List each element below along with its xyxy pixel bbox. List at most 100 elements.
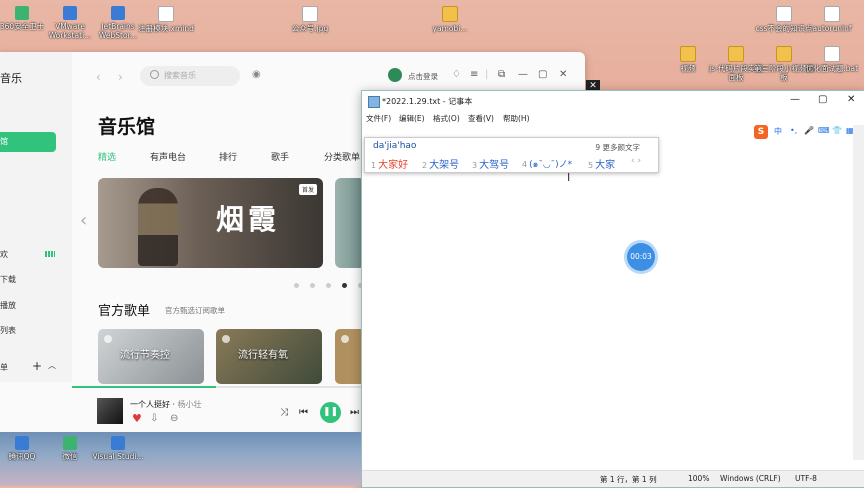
pause-button[interactable]: ❚❚ bbox=[320, 402, 341, 423]
voice-search-icon[interactable]: ◉ bbox=[252, 69, 261, 80]
ime-page-icon[interactable]: ‹ › bbox=[631, 156, 641, 166]
menu-format[interactable]: 格式(O) bbox=[433, 113, 460, 124]
login-link[interactable]: 点击登录 bbox=[408, 71, 438, 82]
qq-icon bbox=[15, 436, 29, 450]
ime-voice-icon[interactable]: 🎤 bbox=[804, 126, 814, 135]
chevron-up-icon[interactable]: ︿ bbox=[48, 360, 56, 371]
headphone-icon bbox=[341, 335, 349, 343]
playlist-card[interactable]: 流行节奏控 bbox=[98, 329, 204, 384]
headphone-icon bbox=[104, 335, 112, 343]
maximize-button[interactable]: ▢ bbox=[538, 69, 547, 80]
ime-candidate[interactable]: 1 大家好 bbox=[371, 156, 408, 171]
tab-categories[interactable]: 分类歌单 bbox=[324, 150, 360, 163]
vertical-scrollbar[interactable] bbox=[853, 125, 864, 460]
now-playing: 一个人挺好 · 杨小壮 bbox=[130, 400, 202, 409]
desktop-icon-bat[interactable]: 优化面试题.bat bbox=[802, 46, 862, 73]
menu-bar: 文件(F) 编辑(E) 格式(O) 查看(V) 帮助(H) bbox=[362, 111, 864, 125]
skin-icon[interactable]: ♢ bbox=[452, 69, 461, 80]
player-bar: 一个人挺好 · 杨小壮 ♥ ⇩ ⊖ ⤨ ⏮ ❚❚ ⏭ bbox=[72, 388, 365, 432]
folder-icon bbox=[442, 6, 458, 22]
carousel-dot[interactable] bbox=[310, 283, 315, 288]
like-icon[interactable]: ♥ bbox=[132, 412, 142, 425]
music-sidebar: 音乐 馆 欢 下载 播放 列表 单 + ︿ bbox=[0, 52, 72, 382]
wechat-icon bbox=[63, 436, 77, 450]
close-button[interactable]: ✕ bbox=[559, 69, 567, 80]
webstorm-icon bbox=[111, 6, 125, 20]
forward-arrow-icon[interactable]: › bbox=[118, 70, 123, 84]
banner-calligraphy-title: 烟霞 bbox=[216, 203, 281, 236]
close-button[interactable]: ✕ bbox=[847, 94, 855, 105]
recording-timer[interactable]: 00:03 bbox=[627, 243, 655, 271]
carousel-dot[interactable] bbox=[294, 283, 299, 288]
previous-track-icon[interactable]: ⏮ bbox=[299, 407, 308, 418]
shield-icon bbox=[15, 6, 29, 20]
folder-icon bbox=[680, 46, 696, 62]
sidebar-item-playlist[interactable]: 列表 bbox=[0, 325, 16, 336]
carousel-dot[interactable] bbox=[326, 283, 331, 288]
ime-more-emoticons[interactable]: 9 更多颜文字 bbox=[595, 142, 640, 153]
ime-candidate[interactable]: 3 大驾号 bbox=[472, 156, 509, 171]
desktop-icon-xmind[interactable]: 注册模块.xmind bbox=[136, 6, 196, 33]
next-track-icon[interactable]: ⏭ bbox=[350, 407, 359, 418]
ime-skin-icon[interactable]: 👕 bbox=[832, 126, 842, 135]
sidebar-item-downloads[interactable]: 下载 bbox=[0, 274, 16, 285]
image-file-icon bbox=[302, 6, 318, 22]
status-position: 第 1 行，第 1 列 bbox=[600, 475, 657, 484]
page-title: 音乐馆 bbox=[98, 116, 156, 138]
text-file-icon bbox=[776, 6, 792, 22]
xmind-file-icon bbox=[158, 6, 174, 22]
menu-help[interactable]: 帮助(H) bbox=[503, 113, 530, 124]
back-arrow-icon[interactable]: ‹ bbox=[96, 70, 101, 84]
playlist-card[interactable]: 流行轻有氧 bbox=[216, 329, 322, 384]
desktop-icon-image[interactable]: 公众号.jpg bbox=[280, 6, 340, 33]
maximize-button[interactable]: ▢ bbox=[818, 94, 827, 105]
ime-mode-chinese[interactable]: 中 bbox=[774, 126, 782, 137]
sidebar-item-music-hall[interactable]: 馆 bbox=[0, 132, 56, 152]
headphone-icon bbox=[222, 335, 230, 343]
desktop-icon-vscode[interactable]: Visual Studi... bbox=[88, 436, 148, 461]
window-title: *2022.1.29.txt - 记事本 bbox=[382, 97, 473, 106]
ime-toolbox-icon[interactable]: ▦ bbox=[846, 126, 854, 135]
tab-radio[interactable]: 有声电台 bbox=[150, 150, 186, 163]
carousel-prev-icon[interactable]: ‹ bbox=[80, 210, 87, 231]
mini-mode-icon[interactable]: ⧉ bbox=[498, 69, 505, 80]
folder-icon bbox=[776, 46, 792, 62]
minimize-button[interactable]: — bbox=[518, 69, 528, 80]
carousel-dot[interactable] bbox=[342, 283, 347, 288]
shuffle-icon[interactable]: ⤨ bbox=[280, 407, 288, 418]
more-icon[interactable]: ⊖ bbox=[170, 413, 178, 424]
ime-candidate[interactable]: 5 大家 bbox=[588, 156, 615, 171]
sidebar-item-recent[interactable]: 播放 bbox=[0, 300, 16, 311]
tab-ranking[interactable]: 排行 bbox=[219, 150, 237, 163]
ime-candidate[interactable]: 4 (๑ˉ◡ˉ)ノ* bbox=[522, 157, 572, 171]
avatar[interactable] bbox=[388, 68, 402, 82]
menu-file[interactable]: 文件(F) bbox=[366, 113, 391, 124]
playing-equalizer-icon bbox=[45, 251, 55, 257]
banner-singer-image bbox=[138, 188, 178, 266]
ime-punct-icon[interactable]: •, bbox=[790, 126, 797, 135]
menu-icon[interactable]: ≡ bbox=[470, 69, 478, 80]
sidebar-item-favorites[interactable]: 欢 bbox=[0, 249, 8, 260]
sogou-logo-icon[interactable]: S bbox=[754, 125, 768, 139]
ime-pinyin: da'jia'hao bbox=[373, 141, 417, 151]
music-brand: 音乐 bbox=[0, 72, 22, 85]
album-cover[interactable] bbox=[97, 398, 123, 424]
download-icon[interactable]: ⇩ bbox=[150, 413, 158, 424]
file-icon bbox=[824, 6, 840, 22]
desktop-icon-autorun[interactable]: autorunlnf bbox=[802, 6, 862, 33]
menu-edit[interactable]: 编辑(E) bbox=[399, 113, 425, 124]
tab-featured[interactable]: 精选 bbox=[98, 150, 116, 163]
notepad-window: *2022.1.29.txt - 记事本 — ▢ ✕ 文件(F) 编辑(E) 格… bbox=[361, 90, 864, 488]
minimize-button[interactable]: — bbox=[790, 94, 800, 105]
desktop-icon-yamobi[interactable]: yamobi... bbox=[420, 6, 480, 33]
text-editor[interactable] bbox=[362, 125, 852, 460]
banner-main[interactable]: 烟霞 首发 bbox=[98, 178, 323, 268]
menu-view[interactable]: 查看(V) bbox=[468, 113, 494, 124]
ime-keyboard-icon[interactable]: ⌨ bbox=[818, 126, 830, 135]
search-input[interactable]: 搜索音乐 bbox=[140, 66, 240, 86]
add-playlist-icon[interactable]: + bbox=[32, 359, 42, 373]
vscode-icon bbox=[111, 436, 125, 450]
ime-candidate[interactable]: 2 大架号 bbox=[422, 156, 459, 171]
notepad-icon bbox=[368, 96, 380, 108]
tab-artists[interactable]: 歌手 bbox=[271, 150, 289, 163]
